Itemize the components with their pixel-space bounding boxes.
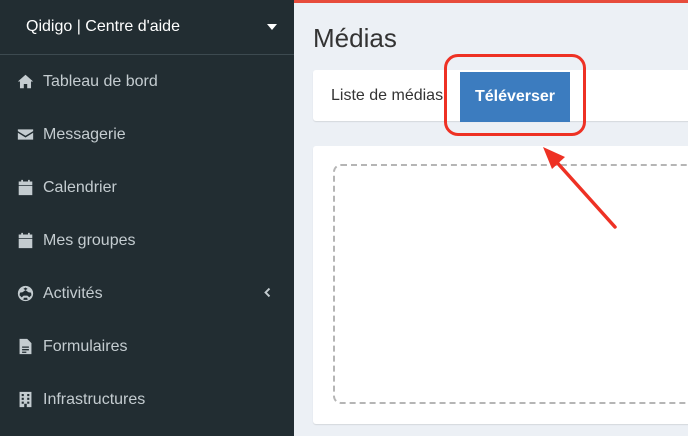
sidebar-menu: Tableau de bord Messagerie Calendrier Me… [0,55,294,426]
sidebar-item-label: Activités [43,284,103,302]
upload-dropzone[interactable] [333,164,688,404]
soccer-ball-icon [16,285,34,303]
sidebar-item-label: Mes groupes [43,231,136,249]
sidebar-item-tableau-de-bord[interactable]: Tableau de bord [0,55,294,108]
calendar-icon [16,232,34,250]
page-title: Médias [313,23,397,53]
building-icon [16,391,34,409]
sidebar-item-label: Tableau de bord [43,72,158,90]
tabs-bar: Liste de médias Téléverser [313,70,688,122]
calendar-icon [16,179,34,197]
main-content: Médias Liste de médias Téléverser [294,3,688,436]
home-icon [16,73,34,91]
caret-down-icon[interactable] [267,24,277,30]
sidebar-header[interactable]: Qidigo | Centre d'aide [0,0,294,55]
sidebar-item-label: Formulaires [43,337,128,355]
sidebar: Qidigo | Centre d'aide Tableau de bord M… [0,0,294,436]
sidebar-item-calendrier[interactable]: Calendrier [0,161,294,214]
chevron-left-icon[interactable] [261,285,272,303]
app-title: Qidigo | Centre d'aide [26,18,180,35]
tab-media-list[interactable]: Liste de médias [331,70,443,121]
sidebar-item-infrastructures[interactable]: Infrastructures [0,373,294,426]
sidebar-item-formulaires[interactable]: Formulaires [0,320,294,373]
tab-upload[interactable]: Téléverser [460,72,570,122]
sidebar-item-activites[interactable]: Activités [0,267,294,320]
upload-panel [313,146,688,424]
document-icon [16,338,34,356]
sidebar-item-label: Calendrier [43,178,117,196]
sidebar-item-mes-groupes[interactable]: Mes groupes [0,214,294,267]
sidebar-item-label: Infrastructures [43,390,146,408]
sidebar-item-messagerie[interactable]: Messagerie [0,108,294,161]
sidebar-item-label: Messagerie [43,125,126,143]
envelope-icon [16,126,34,144]
